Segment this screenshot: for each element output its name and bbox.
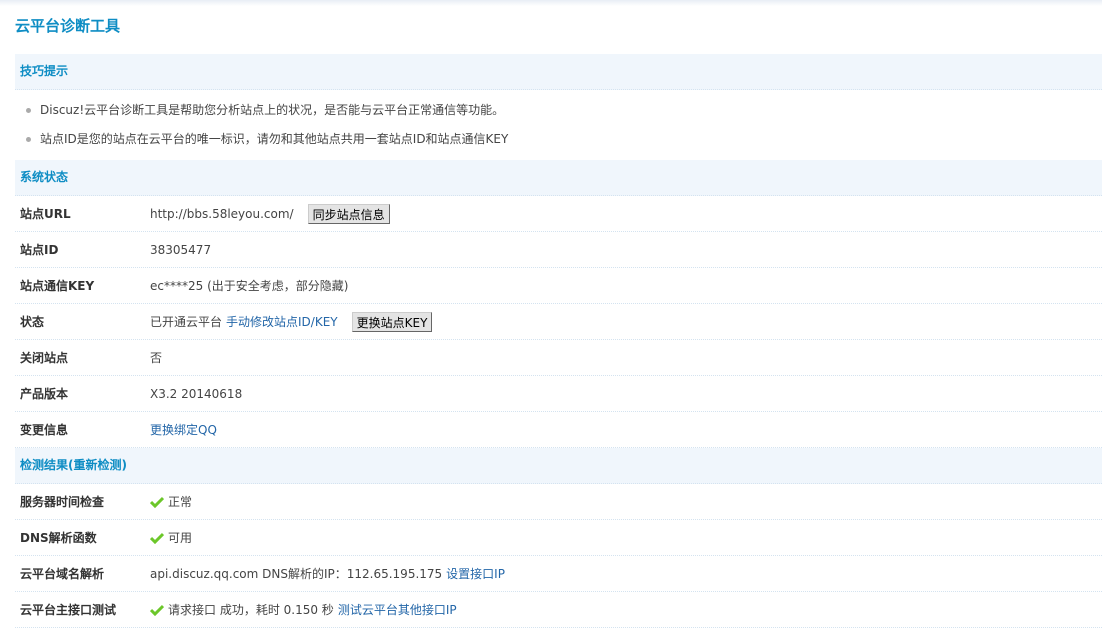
site-url: http://bbs.58leyou.com/ (150, 206, 294, 221)
content: 技巧提示 Discuz!云平台诊断工具是帮助您分析站点上的状况，是否能与云平台正… (15, 54, 1102, 628)
row-site-id: 站点ID 38305477 (15, 232, 1102, 268)
label: 云平台主接口测试 (20, 603, 117, 617)
change-site-key-button[interactable]: 更换站点KEY (351, 311, 433, 332)
tip-item: 站点ID是您的站点在云平台的唯一标识，请勿和其他站点共用一套站点ID和站点通信K… (25, 125, 1102, 154)
label: 站点URL (20, 207, 71, 221)
results-title: 检测结果 (20, 458, 69, 472)
label: 站点ID (20, 243, 59, 257)
dns-result: 可用 (168, 531, 193, 545)
label: 云平台域名解析 (20, 567, 105, 581)
row-version: 产品版本 X3.2 20140618 (15, 376, 1102, 412)
site-closed: 否 (150, 351, 163, 365)
status-header: 系统状态 (15, 160, 1102, 196)
label: 产品版本 (20, 387, 69, 401)
label: 变更信息 (20, 423, 69, 437)
row-api-test: 云平台主接口测试 请求接口 成功，耗时 0.150 秒测试云平台其他接口IP (15, 592, 1102, 628)
tips-header: 技巧提示 (15, 54, 1102, 90)
row-change-info: 变更信息 更换绑定QQ (15, 412, 1102, 448)
label: 服务器时间检查 (20, 495, 105, 509)
recheck-link[interactable]: (重新检测) (68, 458, 127, 472)
label: 状态 (20, 315, 45, 329)
label: 关闭站点 (20, 351, 69, 365)
row-domain-resolve: 云平台域名解析 api.discuz.qq.com DNS解析的IP：112.65… (15, 556, 1102, 592)
row-site-key: 站点通信KEY ec****25 (出于安全考虑，部分隐藏) (15, 268, 1102, 304)
site-id: 38305477 (150, 242, 212, 257)
check-icon (150, 604, 164, 616)
domain-result: api.discuz.qq.com DNS解析的IP：112.65.195.17… (150, 567, 443, 581)
site-key: ec****25 (出于安全考虑，部分隐藏) (150, 279, 349, 293)
page-title: 云平台诊断工具 (15, 17, 121, 35)
row-time-check: 服务器时间检查 正常 (15, 484, 1102, 520)
set-api-ip-link[interactable]: 设置接口IP (446, 565, 505, 582)
state-text: 已开通云平台 (150, 315, 223, 329)
label: 站点通信KEY (20, 279, 95, 293)
product-version: X3.2 20140618 (150, 386, 243, 401)
results-header: 检测结果(重新检测) (15, 448, 1102, 484)
row-site-url: 站点URL http://bbs.58leyou.com/同步站点信息 (15, 196, 1102, 232)
check-icon (150, 496, 164, 508)
row-site-closed: 关闭站点 否 (15, 340, 1102, 376)
check-icon (150, 532, 164, 544)
change-qq-link[interactable]: 更换绑定QQ (150, 421, 217, 438)
tip-item: Discuz!云平台诊断工具是帮助您分析站点上的状况，是否能与云平台正常通信等功… (25, 96, 1102, 125)
label: DNS解析函数 (20, 531, 97, 545)
row-state: 状态 已开通云平台 手动修改站点ID/KEY 更换站点KEY (15, 304, 1102, 340)
row-dns-func: DNS解析函数 可用 (15, 520, 1102, 556)
edit-site-id-key-link[interactable]: 手动修改站点ID/KEY (226, 313, 338, 330)
time-result: 正常 (168, 495, 193, 509)
tips-list: Discuz!云平台诊断工具是帮助您分析站点上的状况，是否能与云平台正常通信等功… (15, 90, 1102, 160)
api-result: 请求接口 成功，耗时 0.150 秒 (168, 603, 334, 617)
test-other-api-ip-link[interactable]: 测试云平台其他接口IP (338, 601, 457, 618)
top-bar (0, 0, 1102, 6)
sync-site-info-button[interactable]: 同步站点信息 (307, 203, 390, 224)
